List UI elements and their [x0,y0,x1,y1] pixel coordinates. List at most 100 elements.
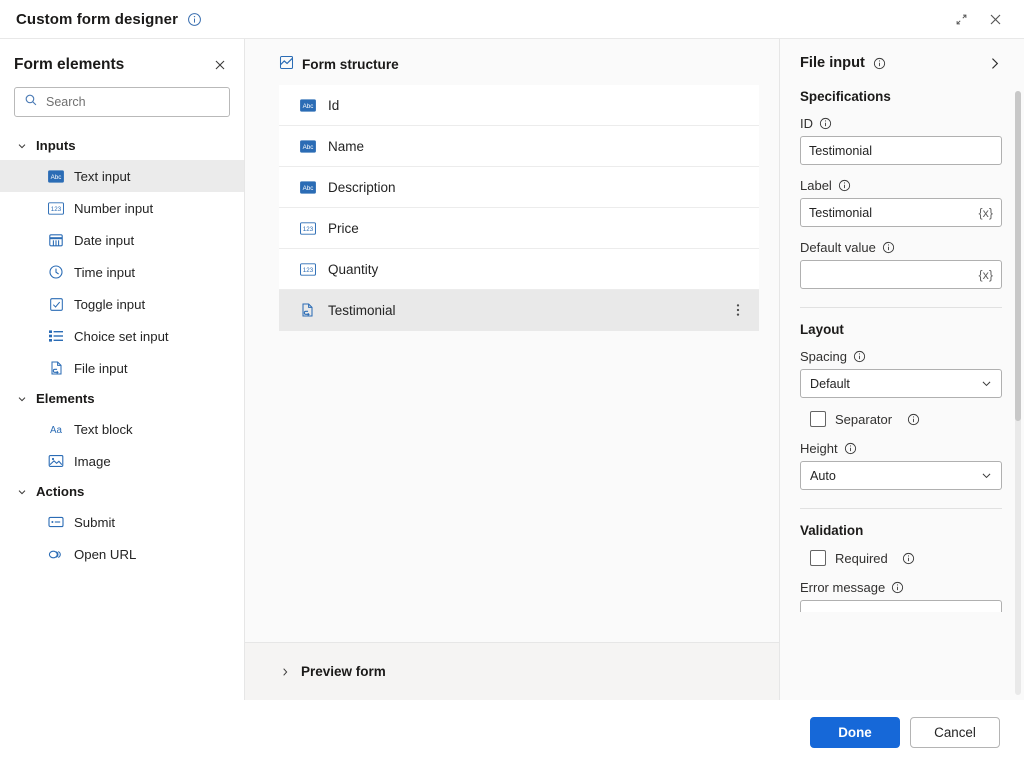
sidebar-item-label: Image [74,453,111,469]
sidebar-item-choice-set-input[interactable]: Choice set input [0,320,244,352]
default-value-label: Default value [800,240,876,255]
collapse-panel-icon[interactable] [987,56,1002,71]
svg-text:Aa: Aa [50,425,63,436]
table-row[interactable]: Abc Name [279,126,759,167]
chevron-down-icon [16,393,28,405]
default-value-input[interactable]: {x} [800,260,1002,289]
required-info-icon[interactable] [901,550,917,566]
id-input[interactable]: Testimonial [800,136,1002,165]
label-token-button[interactable]: {x} [979,206,993,220]
form-structure-scroll: Form structure Abc Id Abc Name Abc Descr… [245,39,779,642]
properties-scroll: File input Specifications ID Testimonial… [780,39,1024,700]
label-field-label: Label [800,178,832,193]
sidebar-item-number-input[interactable]: 123 Number input [0,192,244,224]
cancel-button[interactable]: Cancel [910,716,1000,748]
id-field-group: ID Testimonial [800,116,1002,165]
123-number-icon: 123 [299,220,316,237]
id-field-label: ID [800,116,813,131]
form-structure-panel: Form structure Abc Id Abc Name Abc Descr… [245,39,780,700]
expand-dialog-button[interactable] [944,4,978,34]
spacing-info-icon[interactable] [853,350,866,363]
preview-form-toggle[interactable]: Preview form [245,642,779,700]
sidebar-item-label: Time input [74,264,136,280]
sidebar-item-toggle-input[interactable]: Toggle input [0,288,244,320]
row-more-options-icon[interactable] [729,299,747,321]
specifications-section-title: Specifications [800,89,891,104]
properties-scrollbar-thumb[interactable] [1015,91,1021,421]
label-input-value: Testimonial [809,205,872,220]
id-field-label-row: ID [800,116,1002,131]
table-row-selected[interactable]: Testimonial [279,290,759,331]
default-value-info-icon[interactable] [882,241,895,254]
search-box[interactable] [14,87,230,117]
sidebar-group-elements[interactable]: Elements [0,384,244,413]
sidebar-item-time-input[interactable]: Time input [0,256,244,288]
error-message-input[interactable] [800,600,1002,612]
dialog-footer: Done Cancel [0,700,1024,763]
separator-info-icon[interactable] [905,411,921,427]
close-panel-icon[interactable] [210,55,230,75]
clock-icon [48,264,64,280]
sidebar-item-file-input[interactable]: File input [0,352,244,384]
search-input[interactable] [46,88,220,116]
title-info-icon[interactable] [186,11,202,27]
file-icon [299,302,316,319]
height-info-icon[interactable] [844,442,857,455]
spacing-select[interactable]: Default [800,369,1002,398]
label-input[interactable]: Testimonial {x} [800,198,1002,227]
sidebar-item-submit[interactable]: Submit [0,506,244,538]
row-label: Id [328,98,340,113]
height-select-value: Auto [810,468,836,483]
properties-info-icon[interactable] [872,55,888,71]
close-dialog-button[interactable] [978,4,1012,34]
sidebar-item-label: Choice set input [74,328,169,344]
height-label: Height [800,441,838,456]
spacing-label: Spacing [800,349,847,364]
table-row[interactable]: Abc Id [279,85,759,126]
form-structure-header: Form structure [245,39,779,85]
row-label: Testimonial [328,302,396,318]
chevron-down-icon [980,469,993,482]
table-row[interactable]: 123 Price [279,208,759,249]
id-info-icon[interactable] [819,117,832,130]
form-elements-panel: Form elements Search Inputs Abc Text inp… [0,39,245,700]
sidebar-item-label: File input [74,360,128,376]
submit-button-icon [48,514,64,530]
error-message-field-group: Error message [800,580,1002,612]
default-value-token-button[interactable]: {x} [979,268,993,282]
sidebar-group-actions[interactable]: Actions [0,477,244,506]
page-title: Custom form designer [16,10,179,28]
table-row[interactable]: Abc Description [279,167,759,208]
error-message-info-icon[interactable] [891,581,904,594]
abc-text-icon: Abc [299,179,316,196]
label-info-icon[interactable] [838,179,851,192]
properties-panel: File input Specifications ID Testimonial… [780,39,1024,700]
search-wrapper [0,85,244,131]
divider [800,508,1002,509]
sidebar-item-date-input[interactable]: Date input [0,224,244,256]
chevron-down-icon [16,140,28,152]
id-input-value: Testimonial [809,143,872,158]
file-icon [48,360,64,376]
required-checkbox[interactable] [810,550,826,566]
done-button[interactable]: Done [810,716,900,748]
sidebar-item-open-url[interactable]: Open URL [0,538,244,570]
svg-text:Abc: Abc [302,103,313,110]
spacing-field-group: Spacing Default [800,349,1002,398]
required-checkbox-row[interactable]: Required [800,550,1002,566]
sidebar-item-text-block[interactable]: Aa Text block [0,413,244,445]
height-select[interactable]: Auto [800,461,1002,490]
sidebar-group-label: Actions [36,484,85,499]
separator-checkbox-row[interactable]: Separator [800,411,1002,427]
divider [800,307,1002,308]
sidebar-item-label: Number input [74,200,154,216]
sidebar-group-inputs[interactable]: Inputs [0,131,244,160]
separator-checkbox[interactable] [810,411,826,427]
sidebar-item-image[interactable]: Image [0,445,244,477]
height-field-group: Height Auto [800,441,1002,490]
spacing-label-row: Spacing [800,349,1002,364]
sidebar-item-text-input[interactable]: Abc Text input [0,160,244,192]
error-message-label: Error message [800,580,886,595]
table-row[interactable]: 123 Quantity [279,249,759,290]
sidebar-group-label: Elements [36,391,95,406]
